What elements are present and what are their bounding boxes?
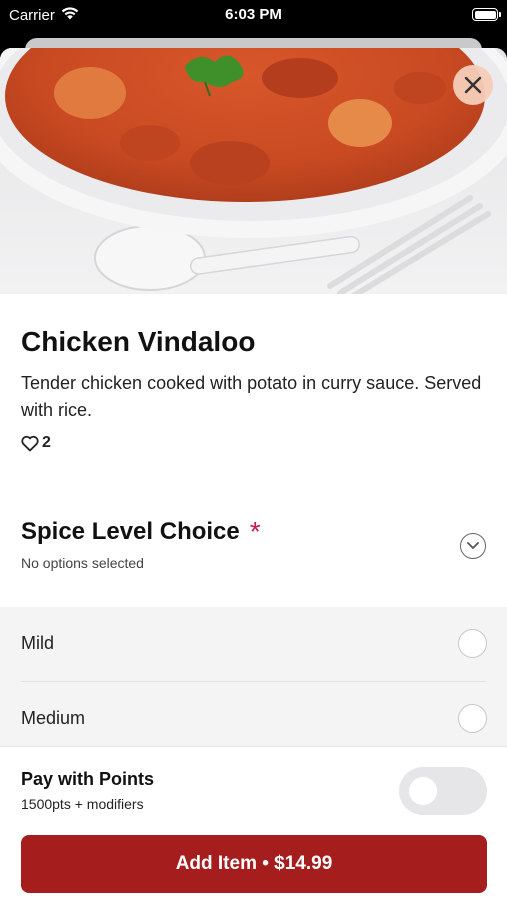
modifier-options: Mild Medium	[0, 607, 507, 757]
radio-button[interactable]	[458, 704, 487, 733]
modifier-group-header: Spice Level Choice *	[21, 518, 261, 546]
add-item-button[interactable]: Add Item • $14.99	[21, 835, 487, 893]
points-subtitle: 1500pts + modifiers	[21, 796, 144, 812]
item-title: Chicken Vindaloo	[21, 326, 256, 357]
toggle-knob	[409, 777, 437, 805]
option-medium[interactable]: Medium	[0, 682, 507, 756]
like-count: 2	[42, 434, 51, 451]
modifier-group-title: Spice Level Choice	[21, 518, 240, 545]
close-button[interactable]	[453, 65, 493, 105]
option-label: Medium	[21, 708, 86, 728]
status-bar: Carrier 6:03 PM	[0, 0, 507, 30]
points-title: Pay with Points	[21, 769, 155, 789]
chevron-down-icon	[467, 542, 479, 549]
checkout-footer: Pay with Points 1500pts + modifiers Add …	[0, 746, 507, 900]
collapse-toggle[interactable]	[460, 533, 486, 559]
item-description: Tender chicken cooked with potato in cur…	[21, 373, 482, 420]
required-marker: *	[249, 516, 261, 547]
radio-button[interactable]	[458, 629, 487, 658]
close-icon	[464, 76, 482, 94]
battery-icon	[472, 8, 501, 21]
heart-icon	[21, 435, 39, 451]
like-button[interactable]: 2	[21, 434, 51, 452]
modifier-group-status: No options selected	[21, 555, 144, 571]
item-detail-sheet: Chicken Vindaloo Tender chicken cooked w…	[0, 48, 507, 900]
points-toggle[interactable]	[399, 767, 487, 815]
item-photo	[0, 48, 507, 294]
option-mild[interactable]: Mild	[0, 607, 507, 682]
option-label: Mild	[21, 633, 55, 653]
status-time: 6:03 PM	[225, 6, 282, 23]
